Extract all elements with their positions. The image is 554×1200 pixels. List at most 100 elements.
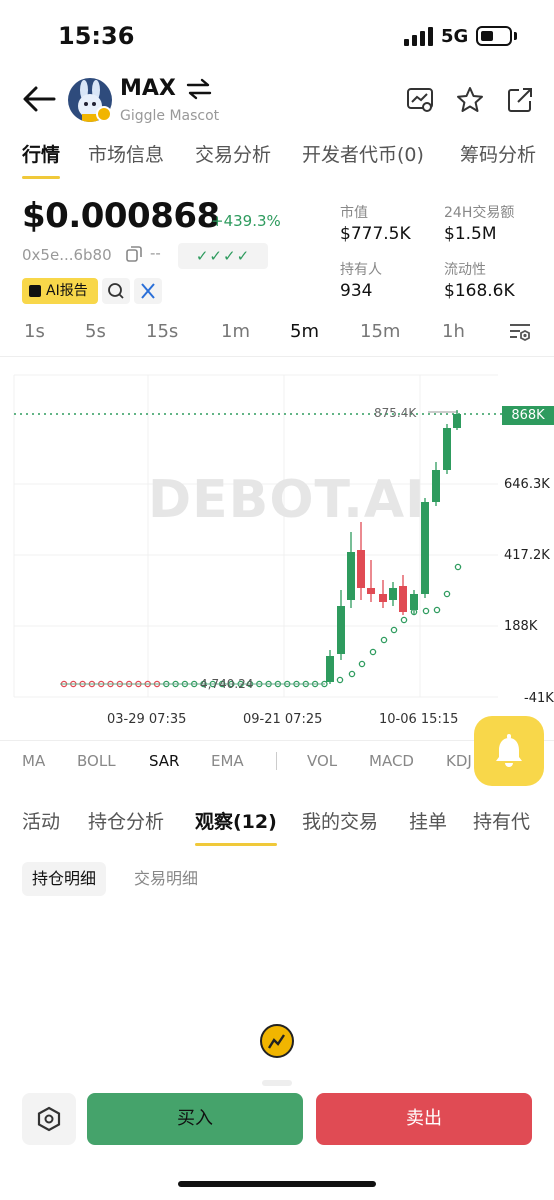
- subtab-holding-detail[interactable]: 持仓明细: [22, 862, 107, 896]
- timeframe-1h[interactable]: 1h: [442, 321, 465, 342]
- tab-holding-analysis[interactable]: 持仓分析: [88, 807, 164, 834]
- swap-icon[interactable]: [186, 78, 212, 100]
- contract-address[interactable]: 0x5e...6b80: [22, 246, 112, 264]
- volume-value: $1.5M: [444, 224, 497, 244]
- holders-label: 持有人: [340, 262, 382, 278]
- price-alert-button[interactable]: [474, 716, 544, 786]
- back-arrow-icon[interactable]: [22, 84, 56, 114]
- candlestick-chart[interactable]: [0, 357, 554, 737]
- sar-dot: [336, 676, 344, 684]
- tab-chip-analysis[interactable]: 筹码分析: [460, 140, 536, 167]
- candle-body: [326, 656, 334, 682]
- subtab-trade-detail[interactable]: 交易明细: [124, 862, 208, 896]
- indicator-vol[interactable]: VOL: [307, 752, 337, 770]
- trade-settings-button[interactable]: [22, 1093, 76, 1145]
- main-tabs: 行情 市场信息 交易分析 开发者代币(0) 筹码分析: [0, 140, 554, 184]
- tab-watch[interactable]: 观察(12): [195, 807, 277, 846]
- star-icon[interactable]: [456, 86, 484, 114]
- ai-report-icon: [29, 285, 41, 297]
- watch-chart-icon[interactable]: [406, 86, 434, 114]
- tab-trade-analysis[interactable]: 交易分析: [195, 140, 271, 167]
- current-price: $0.000868: [22, 196, 220, 236]
- chart-max-label: 875.4K: [374, 406, 417, 420]
- indicator-sar[interactable]: SAR: [149, 752, 179, 770]
- candle-body: [453, 414, 461, 428]
- market-cap-value: $777.5K: [340, 224, 411, 244]
- tab-my-trades[interactable]: 我的交易: [302, 807, 378, 834]
- tab-orders[interactable]: 挂单: [409, 807, 447, 834]
- candle-body: [367, 588, 375, 594]
- sar-dot: [443, 590, 451, 598]
- mascot-icon[interactable]: [260, 1024, 294, 1058]
- x-axis-label: 10-06 15:15: [379, 712, 459, 727]
- ai-report-button[interactable]: AI报告: [22, 278, 98, 304]
- security-checks[interactable]: ✓✓✓✓: [178, 243, 268, 269]
- liquidity-value: $168.6K: [444, 281, 515, 301]
- sar-dot: [369, 648, 377, 656]
- tab-dev-tokens[interactable]: 开发者代币(0): [302, 140, 424, 167]
- y-axis-label: 646.3K: [504, 477, 550, 492]
- bell-icon: [496, 734, 522, 767]
- search-button[interactable]: [102, 278, 130, 304]
- tab-holders[interactable]: 持有代: [473, 807, 530, 834]
- market-cap-label: 市值: [340, 205, 368, 221]
- current-price-tag: 868K: [502, 406, 554, 425]
- indicator-separator: [276, 752, 277, 770]
- y-axis-label: 188K: [504, 619, 538, 634]
- candle-body: [443, 428, 451, 470]
- price-change: +439.3%: [211, 212, 281, 230]
- liquidity-label: 流动性: [444, 262, 486, 278]
- indicator-ema[interactable]: EMA: [211, 752, 244, 770]
- sar-dot: [380, 636, 388, 644]
- signal-icon: [404, 26, 434, 46]
- status-time: 15:36: [58, 22, 135, 50]
- sar-dot: [454, 563, 462, 571]
- timeframe-5m[interactable]: 5m: [290, 321, 319, 342]
- sar-dot: [348, 670, 356, 678]
- indicator-macd[interactable]: MACD: [369, 752, 414, 770]
- chart-settings-icon[interactable]: [508, 320, 532, 344]
- network-label: 5G: [441, 26, 469, 47]
- token-name: Giggle Mascot: [120, 108, 220, 124]
- status-bar: 15:36 5G: [0, 0, 554, 70]
- x-axis-label: 09-21 07:25: [243, 712, 323, 727]
- sar-dot: [400, 616, 408, 624]
- sar-dot: [422, 607, 430, 615]
- timeframe-1m[interactable]: 1m: [221, 321, 250, 342]
- indicator-boll[interactable]: BOLL: [77, 752, 116, 770]
- chain-badge-icon: [96, 106, 112, 122]
- indicator-kdj[interactable]: KDJ: [446, 752, 472, 770]
- buy-button[interactable]: 买入: [87, 1093, 303, 1145]
- sell-button[interactable]: 卖出: [316, 1093, 532, 1145]
- tab-activity[interactable]: 活动: [22, 807, 60, 834]
- y-axis-label: 417.2K: [504, 548, 550, 563]
- candle-body: [379, 594, 387, 602]
- tab-quotes[interactable]: 行情: [22, 140, 61, 179]
- battery-cap: [514, 32, 517, 40]
- timeframe-5s[interactable]: 5s: [85, 321, 106, 342]
- copy-icon[interactable]: [126, 246, 142, 262]
- chart-min-label: 4,740.24: [200, 677, 254, 691]
- sar-dot: [358, 660, 366, 668]
- candle-body: [337, 606, 345, 654]
- battery-icon: [476, 26, 512, 46]
- tab-market-info[interactable]: 市场信息: [88, 140, 164, 167]
- home-indicator: [178, 1181, 376, 1187]
- x-axis-label: 03-29 07:35: [107, 712, 187, 727]
- sar-dot: [433, 606, 441, 614]
- x-twitter-button[interactable]: [134, 278, 162, 304]
- y-axis-label: -41K: [524, 691, 554, 706]
- indicator-ma[interactable]: MA: [22, 752, 45, 770]
- placeholder-dashes: --: [150, 244, 161, 262]
- sheet-handle: [262, 1080, 292, 1086]
- holders-value: 934: [340, 281, 373, 301]
- timeframe-1s[interactable]: 1s: [24, 321, 45, 342]
- share-icon[interactable]: [506, 86, 534, 114]
- x-twitter-icon: [141, 283, 155, 299]
- ai-report-label: AI报告: [46, 283, 88, 299]
- candle-body: [410, 594, 418, 610]
- chart-watermark: DEBOT.AI: [148, 470, 426, 530]
- candle-body: [357, 550, 365, 588]
- timeframe-15s[interactable]: 15s: [146, 321, 178, 342]
- timeframe-15m[interactable]: 15m: [360, 321, 400, 342]
